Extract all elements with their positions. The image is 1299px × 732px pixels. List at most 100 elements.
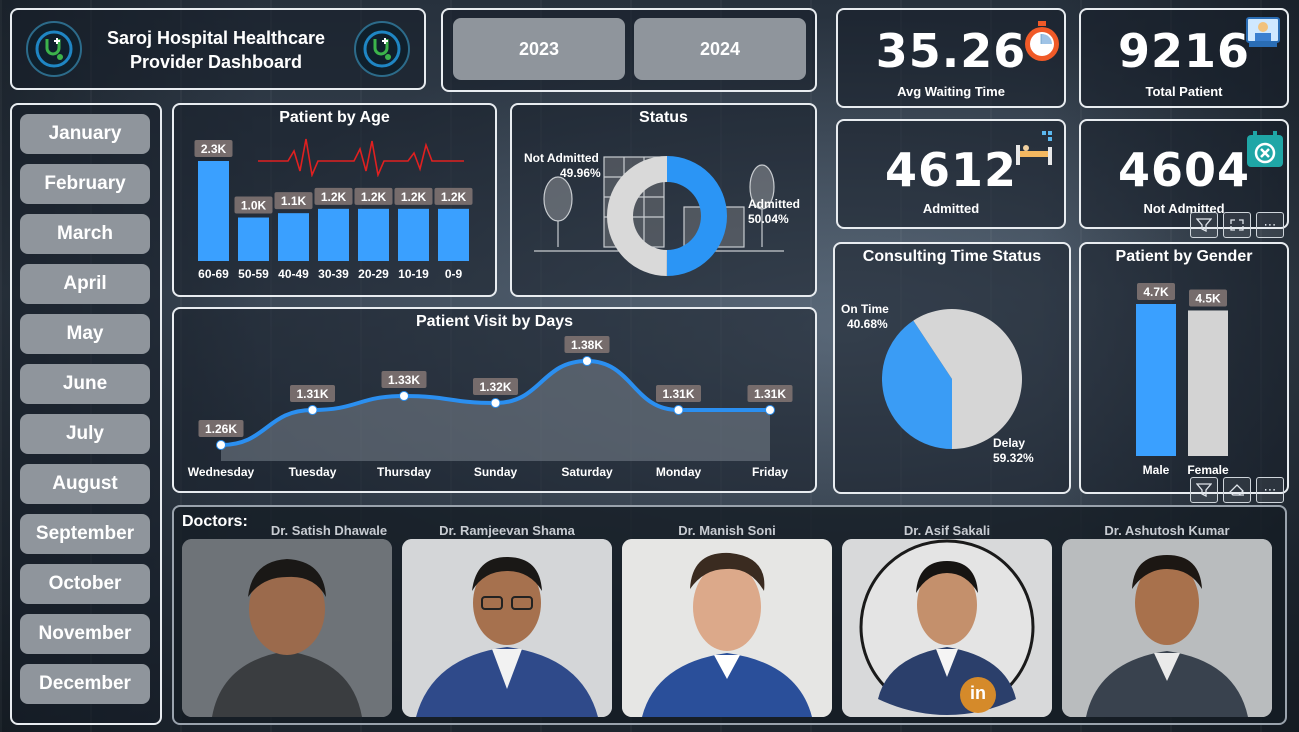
year-button-2024[interactable]: 2024 xyxy=(634,18,806,80)
kpi-total-patient: 9216 Total Patient xyxy=(1079,8,1289,108)
gender-tick-label: Female xyxy=(1187,463,1229,477)
days-tick-label: Friday xyxy=(752,465,788,479)
status-slice xyxy=(607,156,667,276)
month-button-june[interactable]: June xyxy=(20,364,150,404)
month-button-february[interactable]: February xyxy=(20,164,150,204)
age-data-label: 1.2K xyxy=(361,190,387,204)
avg-waiting-label: Avg Waiting Time xyxy=(897,84,1005,99)
days-point xyxy=(765,405,775,415)
doctor-photo-5[interactable] xyxy=(1062,539,1272,717)
admitted-label: Admitted xyxy=(922,201,980,216)
year-button-2023[interactable]: 2023 xyxy=(453,18,625,80)
age-bar xyxy=(358,208,389,261)
age-tick-label: 30-39 xyxy=(318,267,349,281)
filter-icon[interactable] xyxy=(1190,477,1218,503)
month-button-january[interactable]: January xyxy=(20,114,150,154)
gender-data-label: 4.7K xyxy=(1143,285,1169,299)
status-chart: Status Not Admitted 49.96% Admitted 50.0… xyxy=(510,103,817,297)
kpi-admitted: 4612 Admitted xyxy=(836,119,1066,229)
month-button-august[interactable]: August xyxy=(20,464,150,504)
month-button-november[interactable]: November xyxy=(20,614,150,654)
month-button-april[interactable]: April xyxy=(20,264,150,304)
days-tick-label: Monday xyxy=(656,465,702,479)
doctor-name-4: Dr. Asif Sakali xyxy=(903,523,991,538)
more-options-icon[interactable]: ⋯ xyxy=(1256,212,1284,238)
days-tick-label: Wednesday xyxy=(188,465,255,479)
days-data-label: 1.33K xyxy=(388,373,420,387)
age-bar xyxy=(318,208,349,261)
kpi-avg-waiting: 35.26 Avg Waiting Time xyxy=(836,8,1066,108)
age-bar xyxy=(438,208,469,261)
month-button-december[interactable]: December xyxy=(20,664,150,704)
hospital-logo-right xyxy=(354,21,410,77)
doctor-name-5: Dr. Ashutosh Kumar xyxy=(1104,523,1230,538)
gender-bar xyxy=(1188,310,1228,456)
year-slicer: 2023 2024 xyxy=(441,8,817,92)
days-point xyxy=(307,405,318,415)
days-tick-label: Thursday xyxy=(377,465,431,479)
doctor-photo-4[interactable]: in xyxy=(842,539,1052,717)
month-button-march[interactable]: March xyxy=(20,214,150,254)
doctor-portrait-icon xyxy=(842,539,1052,717)
linkedin-icon[interactable]: in xyxy=(964,683,992,704)
days-point xyxy=(582,356,592,366)
header-panel: Saroj Hospital Healthcare Provider Dashb… xyxy=(10,8,426,90)
age-tick-label: 50-59 xyxy=(238,267,269,281)
age-bars: 2.3K 60-69 1.0K 50-59 1.1K 40-49 1.2K 30-39 1.2K… xyxy=(194,140,473,281)
patient-by-gender-chart: Patient by Gender 4.7K Male 4.5K Female xyxy=(1079,242,1289,494)
age-tick-label: 60-69 xyxy=(198,267,229,281)
month-button-october[interactable]: October xyxy=(20,564,150,604)
doctor-portrait-icon xyxy=(182,539,392,717)
month-slicer: January February March April May June Ju… xyxy=(10,103,162,725)
status-donut xyxy=(607,156,728,276)
more-options-icon[interactable]: ⋯ xyxy=(1256,477,1284,503)
days-tick-label: Sunday xyxy=(474,465,518,479)
chart-title: Consulting Time Status xyxy=(862,248,1042,265)
month-button-september[interactable]: September xyxy=(20,514,150,554)
doctors-panel: Doctors: Dr. Satish Dhawale Dr. Ramjeeva… xyxy=(172,505,1287,725)
gender-tick-label: Male xyxy=(1143,463,1170,477)
days-point xyxy=(673,405,684,415)
chart-title: Status xyxy=(639,109,688,126)
focus-mode-icon[interactable] xyxy=(1223,212,1251,238)
age-bar xyxy=(278,213,309,261)
slice-name-admitted: Admitted xyxy=(748,197,800,211)
doctor-photo-1[interactable] xyxy=(182,539,392,717)
gender-data-label: 4.5K xyxy=(1195,291,1221,305)
doctor-photo-2[interactable] xyxy=(402,539,612,717)
filter-icon[interactable] xyxy=(1190,212,1218,238)
days-data-label: 1.31K xyxy=(662,387,694,401)
calendar-cancel-icon xyxy=(1247,131,1283,167)
doctor-portrait-icon xyxy=(402,539,612,717)
patient-visit-by-days-chart: Patient Visit by Days 1.26K Wednesday 1.31… xyxy=(172,307,817,493)
slice-name-on-time: On Time xyxy=(841,302,889,316)
total-patient-label: Total Patient xyxy=(1145,84,1223,99)
status-slice xyxy=(666,156,728,276)
consulting-time-chart: Consulting Time Status On Time 40.68% De… xyxy=(833,242,1071,494)
age-data-label: 1.1K xyxy=(281,194,307,208)
hospital-bed-icon xyxy=(1016,131,1052,165)
stopwatch-icon xyxy=(1025,21,1059,61)
age-data-label: 1.2K xyxy=(441,190,467,204)
slice-name-delay: Delay xyxy=(993,436,1026,450)
doctor-name-1: Dr. Satish Dhawale xyxy=(270,523,388,538)
eraser-icon[interactable] xyxy=(1223,477,1251,503)
days-point xyxy=(490,398,501,408)
doctor-portrait-icon xyxy=(1062,539,1272,717)
title-line-1: Saroj Hospital Healthcare xyxy=(106,28,326,48)
days-tick-label: Tuesday xyxy=(289,465,337,479)
gender-bars: 4.7K Male 4.5K Female xyxy=(1136,283,1229,477)
days-point xyxy=(216,440,226,450)
dashboard-title: Saroj Hospital Healthcare Provider Dashb… xyxy=(96,26,336,74)
month-button-may[interactable]: May xyxy=(20,314,150,354)
doctor-photo-3[interactable] xyxy=(622,539,832,717)
days-data-label: 1.38K xyxy=(571,338,603,352)
patient-by-age-chart: Patient by Age 2.3K 60-69 1.0K 50-59 1.1K 40-… xyxy=(172,103,497,297)
slice-name-not-admitted: Not Admitted xyxy=(524,151,599,165)
slice-label-not-admitted: 49.96% xyxy=(560,166,601,180)
legend-delay: Delay 59.32% xyxy=(993,436,1034,466)
age-tick-label: 0-9 xyxy=(445,267,463,281)
month-button-july[interactable]: July xyxy=(20,414,150,454)
age-bar xyxy=(398,208,429,261)
legend-not-admitted: Not Admitted 49.96% xyxy=(524,151,601,181)
